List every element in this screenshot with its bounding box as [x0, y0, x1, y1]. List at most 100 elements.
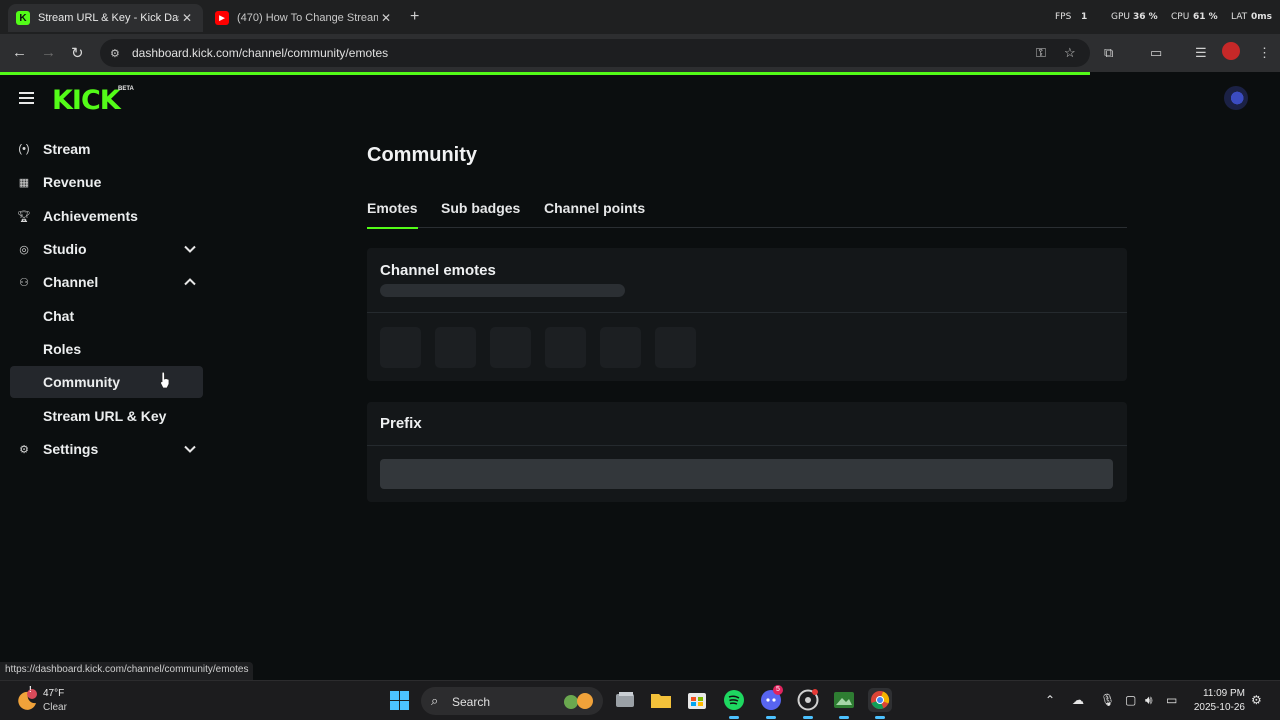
extensions-icon[interactable]: ⧉ — [1104, 45, 1113, 61]
emote-slot-skeleton — [435, 327, 476, 368]
spotify-icon[interactable] — [722, 688, 746, 719]
lat-value: 0ms — [1251, 12, 1272, 22]
browser-tab-kick[interactable]: K Stream URL & Key - Kick Dashb ✕ — [8, 4, 203, 32]
image-viewer-icon[interactable] — [832, 688, 856, 719]
site-info-icon[interactable]: ⚙ — [110, 47, 126, 60]
new-tab-button[interactable]: + — [410, 8, 419, 26]
sidebar-item-stream[interactable]: (•) Stream — [10, 133, 203, 165]
sidebar-item-label: Stream URL & Key — [43, 408, 167, 424]
microsoft-store-icon[interactable] — [685, 688, 709, 712]
tab-sub-badges[interactable]: Sub badges — [441, 200, 520, 216]
browser-tab-strip: K Stream URL & Key - Kick Dashb ✕ ▶ (470… — [0, 0, 1280, 34]
fps-value: 1 — [1081, 12, 1088, 22]
emote-slot-skeleton — [545, 327, 586, 368]
clock-date: 2025-10-26 — [1193, 702, 1245, 713]
link-status-bar: https://dashboard.kick.com/channel/commu… — [0, 662, 254, 680]
sidebar-item-channel[interactable]: ⚇ Channel — [10, 266, 203, 298]
obs-studio-icon[interactable] — [796, 688, 820, 719]
file-explorer-icon[interactable] — [649, 688, 673, 712]
close-tab-icon[interactable]: ✕ — [179, 11, 195, 25]
sidebar-item-label: Achievements — [43, 208, 138, 224]
sidebar-item-studio[interactable]: ◎ Studio — [10, 233, 203, 265]
address-bar[interactable]: ⚙ dashboard.kick.com/channel/community/e… — [100, 39, 1090, 67]
weather-alert-badge: ! — [29, 685, 32, 694]
discord-notification-badge: 5 — [773, 685, 783, 695]
address-url[interactable]: dashboard.kick.com/channel/community/emo… — [132, 46, 388, 60]
weather-description[interactable]: Clear — [43, 702, 67, 713]
sidebar-item-stream-url-key[interactable]: Stream URL & Key — [10, 400, 203, 432]
tab-channel-points[interactable]: Channel points — [544, 200, 645, 216]
media-cast-icon[interactable]: ▭ — [1150, 45, 1162, 61]
sidebar-item-label: Community — [43, 374, 120, 390]
reading-list-icon[interactable]: ☰ — [1195, 45, 1207, 61]
emote-slot-skeleton — [380, 327, 421, 368]
microphone-icon[interactable]: 🎙︎ — [1100, 693, 1115, 707]
lat-label: LAT — [1231, 12, 1248, 22]
emote-slot-skeleton — [490, 327, 531, 368]
gear-icon: ⚙ — [19, 443, 29, 456]
sidebar-item-label: Stream — [43, 141, 91, 157]
reload-icon[interactable]: ↻ — [71, 44, 84, 62]
windows-taskbar: ! 47°F Clear ⌕ Search 5 ⌃ ☁ 🎙︎ ▢ 🔊︎ ▭ 11… — [0, 680, 1280, 720]
mouse-pointer-icon — [160, 371, 170, 389]
back-arrow-icon[interactable]: ← — [12, 44, 27, 61]
sidebar-item-achievements[interactable]: 🏆︎ Achievements — [10, 200, 203, 232]
chevron-down-icon[interactable] — [183, 442, 197, 456]
windows-start-icon[interactable] — [390, 691, 409, 710]
kick-logo[interactable]: KICK — [52, 85, 121, 116]
browser-tab-youtube[interactable]: ▶ (470) How To Change Stream Ti ✕ — [207, 4, 402, 32]
trophy-icon: 🏆︎ — [17, 210, 31, 223]
chevron-down-icon[interactable] — [183, 242, 197, 256]
chevron-up-icon[interactable] — [183, 275, 197, 289]
browser-menu-icon[interactable]: ⋮ — [1258, 45, 1271, 61]
description-skeleton — [380, 284, 625, 297]
sidebar-item-label: Roles — [43, 341, 82, 357]
weather-moon-icon[interactable] — [17, 688, 37, 710]
search-highlight-icon — [564, 693, 593, 709]
sidebar-item-revenue[interactable]: ▦ Revenue — [10, 166, 203, 198]
profile-avatar-icon[interactable] — [1222, 42, 1240, 60]
sidebar-item-settings[interactable]: ⚙ Settings — [10, 433, 203, 465]
youtube-favicon-icon: ▶ — [215, 11, 229, 25]
search-placeholder: Search — [452, 695, 491, 709]
card-divider — [367, 445, 1127, 446]
community-tabs: Emotes Sub badges Channel points — [367, 197, 1127, 229]
browser-toolbar: ← → ↻ ⚙ dashboard.kick.com/channel/commu… — [0, 34, 1280, 72]
notification-bell-icon[interactable]: ⚙ — [1251, 693, 1262, 707]
beta-badge: BETA — [118, 86, 134, 92]
network-icon[interactable]: ▢ — [1125, 693, 1136, 707]
weather-temperature[interactable]: 47°F — [43, 688, 64, 699]
battery-icon[interactable]: ▭ — [1166, 693, 1177, 707]
sidebar-item-roles[interactable]: Roles — [10, 333, 203, 365]
clock-time: 11:09 PM — [1202, 688, 1245, 699]
volume-icon[interactable]: 🔊︎ — [1145, 693, 1153, 708]
fps-label: FPS — [1055, 12, 1072, 22]
studio-icon: ◎ — [19, 243, 29, 256]
discord-icon[interactable]: 5 — [759, 685, 783, 719]
task-view-icon[interactable] — [613, 688, 637, 712]
system-clock[interactable]: 11:09 PM 2025-10-26 — [1190, 688, 1245, 716]
search-icon: ⌕ — [431, 693, 439, 708]
taskbar-search-box[interactable]: ⌕ Search — [421, 687, 603, 715]
emote-slot-skeleton — [655, 327, 696, 368]
sidebar-item-chat[interactable]: Chat — [10, 300, 203, 332]
user-avatar[interactable] — [1224, 86, 1248, 110]
sidebar-item-community[interactable]: Community — [10, 366, 203, 398]
password-key-icon[interactable]: ⚿ — [1036, 45, 1046, 61]
bookmark-star-icon[interactable]: ☆ — [1064, 45, 1076, 61]
close-tab-icon[interactable]: ✕ — [378, 11, 394, 25]
gpu-label: GPU — [1111, 12, 1130, 22]
forward-arrow-icon[interactable]: → — [41, 44, 56, 61]
emote-slot-skeleton — [600, 327, 641, 368]
cpu-value: 61 % — [1193, 12, 1218, 22]
onedrive-cloud-icon[interactable]: ☁ — [1072, 693, 1084, 707]
tab-emotes[interactable]: Emotes — [367, 200, 418, 229]
hamburger-menu-icon[interactable] — [19, 92, 34, 104]
sidebar-item-label: Studio — [43, 241, 87, 257]
chart-icon: ▦ — [18, 176, 30, 189]
card-divider — [367, 312, 1127, 313]
chrome-icon[interactable] — [868, 688, 892, 719]
gpu-value: 36 % — [1133, 12, 1158, 22]
channel-icon: ⚇ — [19, 276, 29, 289]
show-hidden-icons-chevron-icon[interactable]: ⌃ — [1045, 693, 1055, 707]
